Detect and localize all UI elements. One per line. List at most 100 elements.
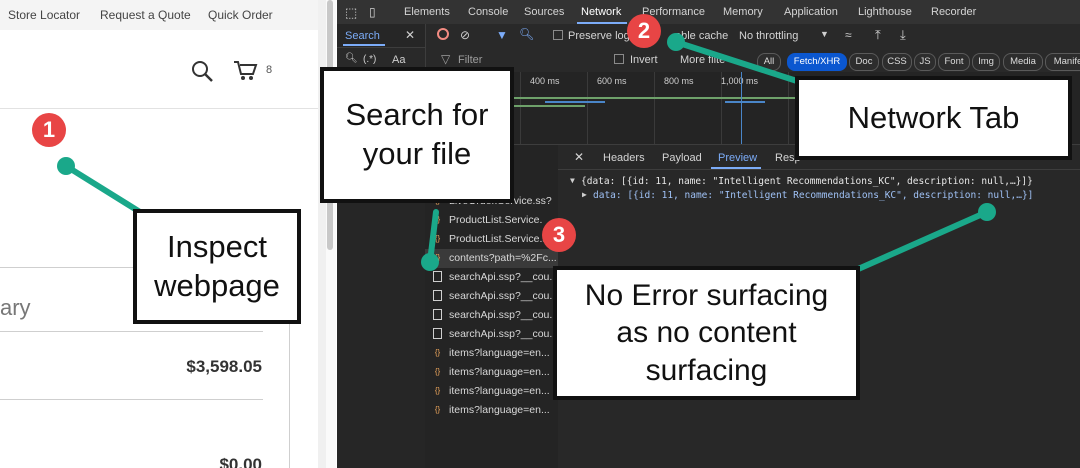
xhr-icon: {} [434,367,441,376]
collapsed-triangle-icon[interactable]: ▶ [582,190,587,199]
request-name: items?language=en... [449,385,550,397]
timeline-tick: 1,000 ms [721,76,759,86]
callout-inspect-webpage: Inspect webpage [133,209,301,324]
request-quote-link[interactable]: Request a Quote [100,8,191,22]
document-icon [433,328,442,339]
request-row[interactable]: {} items?language=en... [425,344,558,363]
expand-triangle-icon[interactable]: ▼ [570,176,575,185]
filter-pill-js[interactable]: JS [914,53,936,71]
request-row[interactable]: searchApi.ssp?__cou... [425,268,558,287]
throttling-select[interactable]: No throttling [739,30,798,42]
search-icon[interactable] [189,58,215,84]
tab-headers[interactable]: Headers [603,152,645,164]
network-toolbar: ⊘ ▼ 🔍︎ Preserve log able cache No thrott… [337,24,1080,49]
tab-application[interactable]: Application [784,6,838,18]
request-name: searchApi.ssp?__cou... [449,328,558,340]
tab-network[interactable]: Network [581,6,621,18]
document-icon [433,309,442,320]
request-name: items?language=en... [449,404,550,416]
regex-toggle[interactable]: (.*) [363,54,376,65]
request-row[interactable]: {} items?language=en... [425,382,558,401]
xhr-icon: {} [434,234,441,243]
timeline-bar [675,97,795,99]
upload-icon[interactable]: ⤒ [875,27,881,43]
wifi-icon[interactable]: ≈ [845,28,852,42]
invert-label: Invert [630,54,658,66]
request-row[interactable]: {} items?language=en... [425,363,558,382]
store-locator-link[interactable]: Store Locator [8,8,80,22]
request-name: items?language=en... [449,366,550,378]
document-icon [433,271,442,282]
timeline-bar [545,101,605,103]
request-row[interactable]: searchApi.ssp?__cou... [425,306,558,325]
filter-pill-css[interactable]: CSS [882,53,912,71]
invert-checkbox[interactable] [614,54,624,64]
request-name: searchApi.ssp?__cou... [449,290,558,302]
device-toggle-icon[interactable]: ▯ [369,5,376,19]
close-icon[interactable]: ✕ [405,28,415,42]
tab-lighthouse[interactable]: Lighthouse [858,6,912,18]
xhr-icon: {} [434,348,441,357]
request-name: contents?path=%2Fc... [449,252,557,264]
tab-memory[interactable]: Memory [723,6,763,18]
filter-pill-all[interactable]: All [757,53,781,71]
filter-pill-img[interactable]: Img [972,53,1000,71]
record-icon[interactable] [437,28,449,40]
search-icon: 🔍︎ [345,53,358,64]
clear-icon[interactable]: ⊘ [460,28,470,42]
tab-console[interactable]: Console [468,6,508,18]
timeline-tick: 800 ms [664,76,694,86]
active-tab-indicator [343,44,385,46]
filter-pill-font[interactable]: Font [938,53,970,71]
request-row[interactable]: searchApi.ssp?__cou... [425,287,558,306]
timeline-bar [725,101,765,103]
utility-bar: Store Locator Request a Quote Quick Orde… [0,0,326,30]
request-row[interactable]: searchApi.ssp?__cou... [425,325,558,344]
preview-root[interactable]: {data: [{id: 11, name: "Intelligent Reco… [581,176,1033,187]
tab-elements[interactable]: Elements [404,6,450,18]
search-icon[interactable]: 🔍︎ [519,27,534,41]
active-tab-indicator [711,167,761,169]
quick-order-link[interactable]: Quick Order [208,8,273,22]
filter-pill-doc[interactable]: Doc [849,53,879,71]
request-name: ProductList.Service.ss [449,233,553,245]
close-icon[interactable]: ✕ [574,150,584,164]
tab-preview[interactable]: Preview [718,152,757,164]
filter-funnel-icon[interactable]: ▼ [496,28,508,42]
xhr-icon: {} [434,405,441,414]
tab-sources[interactable]: Sources [524,6,564,18]
filter-pill-fetch-xhr[interactable]: Fetch/XHR [787,53,847,71]
request-name: items?language=en... [449,347,550,359]
request-row[interactable]: {} ProductList.Service.ss [425,230,558,249]
xhr-icon: {} [434,215,441,224]
search-drawer-header: Search ✕ [337,24,425,48]
shipping-value: $0.00 [219,455,262,468]
match-case-toggle[interactable]: Aa [392,54,405,66]
request-row[interactable]: {} ProductList.Service. [425,211,558,230]
callout-search-file: Search for your file [320,67,514,203]
disable-cache-label[interactable]: able cache [675,30,728,42]
preview-data-node[interactable]: data: [{id: 11, name: "Intelligent Recom… [593,190,1033,201]
filter-pill-media[interactable]: Media [1003,53,1043,71]
document-icon [433,290,442,301]
cart-icon[interactable] [232,58,260,82]
inspect-element-icon[interactable]: ⬚ [345,5,357,21]
download-icon[interactable]: ⤓ [900,27,906,43]
subtotal-value: $3,598.05 [186,357,262,376]
more-filters-button[interactable]: More filte [680,54,725,66]
filter-pill-manifest[interactable]: Manife [1045,53,1080,71]
preserve-log-checkbox[interactable] [553,30,563,40]
cart-count: 8 [266,64,273,76]
tab-payload[interactable]: Payload [662,152,702,164]
filter-input[interactable]: Filter [458,54,482,66]
search-drawer-title[interactable]: Search [345,30,380,42]
step-badge-2: 2 [627,14,661,48]
tab-recorder[interactable]: Recorder [931,6,976,18]
chevron-down-icon[interactable]: ▼ [820,29,829,39]
request-row[interactable]: {} items?language=en... [425,401,558,420]
timeline-tick: 400 ms [530,76,560,86]
site-header: 8 [0,30,318,109]
request-row[interactable]: {} contents?path=%2Fc... [425,249,558,268]
step-badge-3: 3 [542,218,576,252]
summary-heading: ary [0,295,31,320]
